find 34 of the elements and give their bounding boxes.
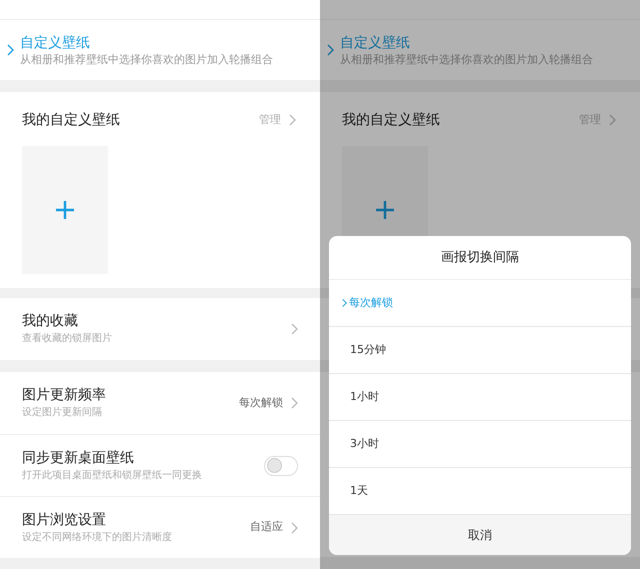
section-title: 我的自定义壁纸	[22, 110, 120, 130]
interval-option[interactable]: 1小时	[329, 374, 631, 421]
plus-icon	[375, 200, 395, 220]
chevron-right-icon	[291, 522, 298, 534]
row-subtitle: 设定图片更新间隔	[22, 406, 103, 420]
row-subtitle: 查看收藏的锁屏图片	[22, 332, 112, 346]
custom-wallpaper-title: 自定义壁纸	[340, 34, 411, 52]
custom-wallpaper-subtitle: 从相册和推荐壁纸中选择你喜欢的图片加入轮播组合	[340, 52, 593, 66]
chevron-right-icon	[609, 114, 616, 126]
custom-wallpaper-subtitle: 从相册和推荐壁纸中选择你喜欢的图片加入轮播组合	[20, 52, 273, 66]
chevron-right-icon	[327, 44, 334, 56]
cancel-button[interactable]: 取消	[329, 515, 631, 555]
toggle-switch[interactable]	[264, 456, 298, 476]
row-value: 自适应	[250, 519, 283, 536]
settings-row[interactable]: 我的收藏 查看收藏的锁屏图片	[0, 298, 320, 360]
chevron-right-icon	[291, 397, 298, 409]
row-title: 图片浏览设置	[22, 510, 107, 530]
chevron-right-icon	[289, 114, 296, 126]
add-wallpaper-tile[interactable]	[22, 146, 108, 274]
chevron-right-icon	[291, 323, 298, 335]
dialog-title: 画报切换间隔	[329, 236, 631, 280]
chevron-right-icon	[342, 298, 347, 308]
row-value: 每次解锁	[239, 394, 283, 411]
interval-option[interactable]: 15分钟	[329, 327, 631, 374]
row-title: 我的收藏	[22, 312, 79, 331]
row-title: 图片更新频率	[22, 386, 106, 405]
section-title: 我的自定义壁纸	[342, 110, 440, 130]
plus-icon	[55, 200, 75, 220]
interval-option[interactable]: 3小时	[329, 421, 631, 468]
row-subtitle: 设定不同网络环境下的图片清晰度	[22, 530, 172, 544]
custom-wallpaper-title: 自定义壁纸	[20, 34, 91, 52]
row-subtitle: 打开此项目桌面壁纸和锁屏壁纸一同更换	[22, 468, 202, 482]
row-title: 同步更新桌面壁纸	[22, 448, 135, 468]
chevron-right-icon	[7, 44, 14, 56]
